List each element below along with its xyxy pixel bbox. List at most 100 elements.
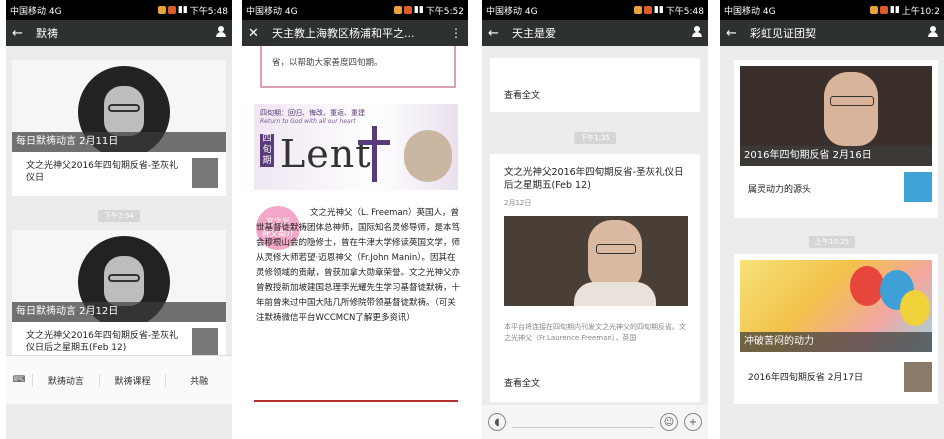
menu-item-fellowship[interactable]: 共融 <box>165 373 232 387</box>
back-arrow-icon[interactable]: ← <box>488 26 506 41</box>
status-icons: ▮▮ 下午5:48 <box>633 4 704 17</box>
top-bar: ✕ 天主教上海教区杨浦和平之... ⋮ <box>242 20 468 46</box>
chat-title: 默祷 <box>36 27 58 40</box>
phone-screen-3: 中国移动 4G ▮▮ 下午5:48 ← 天主是爱 查看全文 下午1:35 文之光… <box>482 0 708 439</box>
intro-text: 文之光神父（L. Freeman）英国人，曾世基督徒默祷团体总神师，国际知名灵修… <box>256 208 461 323</box>
item-title[interactable]: 文之光神父2016年四旬期反省-圣灰礼仪日后之星期五(Feb 12) <box>26 330 186 354</box>
profile-icon[interactable] <box>686 26 702 40</box>
article-card[interactable]: 文之光神父2016年四旬期反省-圣灰礼仪日后之星期五(Feb 12) 2月12日… <box>490 154 700 402</box>
timestamp-chip: 下午2:54 <box>98 210 140 222</box>
menu-item-prayer[interactable]: 默祷动言 <box>32 373 99 387</box>
app-icon <box>643 6 652 14</box>
article-title[interactable]: 文之光神父2016年四旬期反省-圣灰礼仪日后之星期五(Feb 12) <box>504 166 684 192</box>
lent-sub-line: Return to God with all our heart <box>260 118 356 125</box>
divider <box>254 400 458 402</box>
signal-icon: ▮▮ <box>889 5 900 15</box>
portrait-image <box>824 72 878 146</box>
banner-caption: 每日默祷动言 2月11日 <box>12 132 226 152</box>
carrier-label: 中国移动 4G <box>486 6 538 17</box>
lent-top-line: 四旬期：回归、悔改、重返、重建 <box>260 109 365 117</box>
status-icons: ▮▮ 上午10:2 <box>869 4 940 17</box>
article-card[interactable]: 每日默祷动言 2月11日 文之光神父2016年四旬期反省-圣灰礼仪日 <box>12 60 226 196</box>
time-label: 下午5:52 <box>425 6 464 17</box>
profile-icon[interactable] <box>210 26 226 40</box>
back-arrow-icon[interactable]: ← <box>12 26 30 41</box>
banner-caption: 冲破苦闷的动力 <box>740 332 932 352</box>
top-bar: ← 天主是爱 <box>482 20 708 46</box>
time-label: 上午10:2 <box>901 6 940 17</box>
status-bar: 中国移动 4G ▮▮ 上午10:2 <box>720 0 944 20</box>
input-bar: ◖ ☺ + <box>482 405 708 439</box>
keyboard-icon[interactable]: ⌨ <box>6 375 32 385</box>
phone-screen-2: 中国移动 4G ▮▮ 下午5:52 ✕ 天主教上海教区杨浦和平之... ⋮ 省，… <box>242 0 468 439</box>
cross-icon <box>372 126 377 182</box>
item-thumbnail <box>192 328 218 358</box>
signal-icon: ▮▮ <box>413 5 424 15</box>
top-bar: ← 彩虹见证团契 <box>720 20 944 46</box>
top-text: 省，以帮助大家善度四旬期。 <box>272 58 383 68</box>
status-bar: 中国移动 4G ▮▮ 下午5:48 <box>482 0 708 20</box>
menu-item-courses[interactable]: 默祷课程 <box>98 373 166 387</box>
lent-word: Lent <box>280 132 372 176</box>
item-title[interactable]: 2016年四旬期反省 2月17日 <box>748 372 863 384</box>
carrier-label: 中国移动 4G <box>10 6 62 17</box>
lent-side-label: 四旬期 <box>260 134 274 167</box>
article-image <box>504 216 688 306</box>
app-icon <box>157 6 166 14</box>
card-banner: 2016年四旬期反省 2月16日 <box>740 66 932 166</box>
carrier-label: 中国移动 4G <box>724 6 776 17</box>
item-thumbnail <box>904 362 932 392</box>
profile-icon[interactable] <box>922 26 938 40</box>
article-card[interactable]: 每日默祷动言 2月12日 文之光神父2016年四旬期反省-圣灰礼仪日后之星期五(… <box>12 230 226 366</box>
lent-banner: 四旬期：回归、悔改、重返、重建 Return to God with all o… <box>254 104 458 190</box>
chat-title: 彩虹见证团契 <box>750 27 816 40</box>
article-card[interactable]: 冲破苦闷的动力 2016年四旬期反省 2月17日 <box>734 254 938 404</box>
app-icon <box>403 6 412 14</box>
card-banner: 每日默祷动言 2月12日 <box>12 230 226 322</box>
article-card[interactable]: 2016年四旬期反省 2月16日 属灵动力的源头 <box>734 60 938 218</box>
emoji-icon[interactable]: ☺ <box>660 413 678 431</box>
status-icons: ▮▮ 下午5:52 <box>393 4 464 17</box>
plus-icon[interactable]: + <box>684 413 702 431</box>
app-icon <box>869 6 878 14</box>
phone-screen-4: 中国移动 4G ▮▮ 上午10:2 ← 彩虹见证团契 2016年四旬期反省 2月… <box>720 0 944 439</box>
carrier-label: 中国移动 4G <box>246 6 298 17</box>
praying-hands-image <box>404 130 452 182</box>
timestamp-chip: 下午1:35 <box>574 132 616 144</box>
chat-title: 天主是爱 <box>512 27 556 40</box>
close-icon[interactable]: ✕ <box>248 26 266 41</box>
item-title[interactable]: 属灵动力的源头 <box>748 184 811 196</box>
message-input[interactable] <box>512 426 654 428</box>
balloon-image <box>850 266 884 306</box>
item-title[interactable]: 文之光神父2016年四旬期反省-圣灰礼仪日 <box>26 160 186 184</box>
more-options-icon[interactable]: ⋮ <box>446 26 462 40</box>
article-card[interactable]: 查看全文 <box>490 58 700 112</box>
read-more-link[interactable]: 查看全文 <box>504 376 540 389</box>
status-icons: ▮▮ 下午5:48 <box>157 4 228 17</box>
signal-icon: ▮▮ <box>653 5 664 15</box>
article-title: 天主教上海教区杨浦和平之... <box>272 27 415 40</box>
item-thumbnail <box>192 158 218 188</box>
card-banner: 冲破苦闷的动力 <box>740 260 932 352</box>
bottom-menu: ⌨ 默祷动言 默祷课程 共融 <box>6 355 232 404</box>
app-icon <box>879 6 888 14</box>
app-icon <box>633 6 642 14</box>
read-more-link[interactable]: 查看全文 <box>504 88 540 101</box>
app-icon <box>167 6 176 14</box>
article-summary: 本平台将连接在四旬期内刊发文之光神父的四旬期反省。文之光神父（Fr.Lauren… <box>504 323 686 342</box>
time-label: 下午5:48 <box>189 6 228 17</box>
timestamp-chip: 上午10:25 <box>808 236 856 248</box>
item-thumbnail <box>904 172 932 202</box>
card-banner: 每日默祷动言 2月11日 <box>12 60 226 152</box>
signal-icon: ▮▮ <box>177 5 188 15</box>
phone-screen-1: 中国移动 4G ▮▮ 下午5:48 ← 默祷 每日默祷动言 2月11日 文之光神… <box>6 0 232 439</box>
status-bar: 中国移动 4G ▮▮ 下午5:52 <box>242 0 468 20</box>
back-arrow-icon[interactable]: ← <box>726 26 744 41</box>
time-label: 下午5:48 <box>665 6 704 17</box>
voice-icon[interactable]: ◖ <box>488 413 506 431</box>
top-bar: ← 默祷 <box>6 20 232 46</box>
article-date: 2月12日 <box>504 199 532 207</box>
banner-caption: 每日默祷动言 2月12日 <box>12 302 226 322</box>
status-bar: 中国移动 4G ▮▮ 下午5:48 <box>6 0 232 20</box>
banner-caption: 2016年四旬期反省 2月16日 <box>740 146 932 166</box>
